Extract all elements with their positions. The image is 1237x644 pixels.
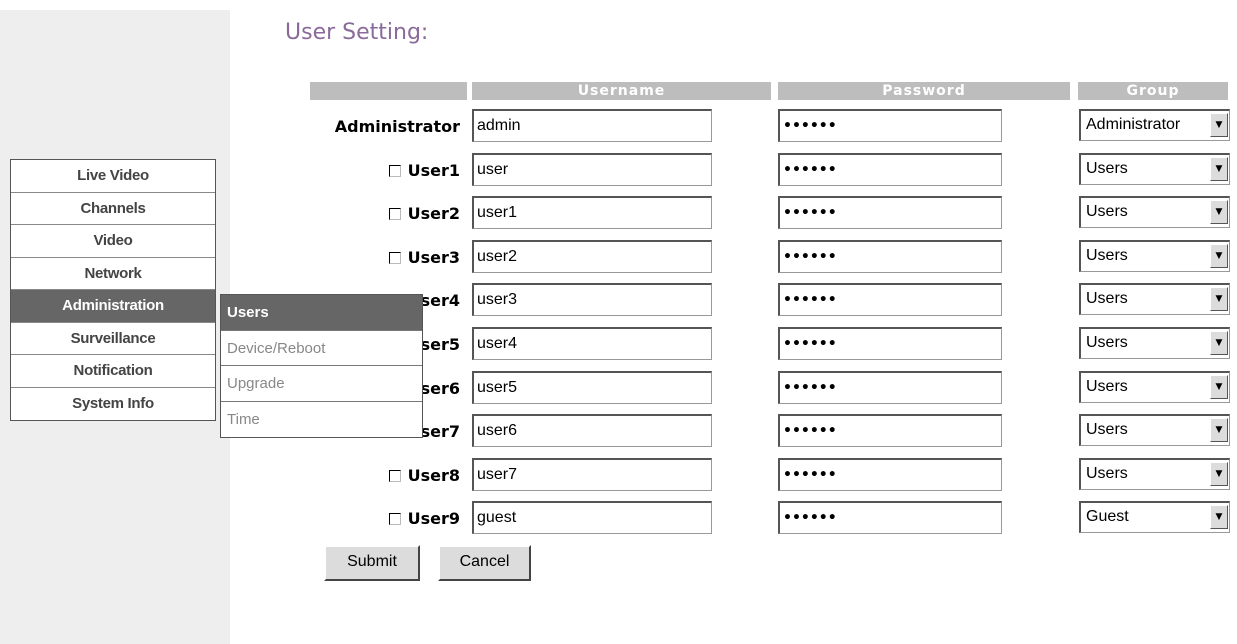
group-select[interactable]: Users ▼ <box>1079 327 1230 359</box>
user-label-text: User2 <box>407 204 460 223</box>
username-field[interactable] <box>472 153 712 186</box>
user-label-text: User8 <box>407 466 460 485</box>
group-select[interactable]: Guest ▼ <box>1079 501 1230 533</box>
page-title: User Setting: <box>285 20 429 45</box>
username-field[interactable] <box>472 371 712 404</box>
user-label-text: Administrator <box>334 117 460 136</box>
username-column-header: Username <box>577 83 666 99</box>
username-field[interactable] <box>472 458 712 491</box>
username-field[interactable] <box>472 196 712 229</box>
submenu-item-users[interactable]: Users <box>221 295 422 331</box>
submenu-item-upgrade[interactable]: Upgrade <box>221 366 422 402</box>
nav-item-system-info[interactable]: System Info <box>11 388 215 421</box>
group-select[interactable]: Users ▼ <box>1079 240 1230 272</box>
chevron-down-icon[interactable]: ▼ <box>1210 113 1228 137</box>
user-enable-checkbox[interactable] <box>388 208 401 220</box>
user-enable-checkbox[interactable] <box>388 470 401 482</box>
group-select-value: Administrator <box>1086 116 1181 133</box>
submenu-item-time[interactable]: Time <box>221 402 422 438</box>
user-row-label: User1 <box>388 154 460 188</box>
group-select-value: Users <box>1086 247 1128 264</box>
group-column-header: Group <box>1126 83 1180 99</box>
chevron-down-icon[interactable]: ▼ <box>1210 157 1228 181</box>
group-select-value: Guest <box>1086 508 1129 525</box>
group-select[interactable]: Users ▼ <box>1079 196 1230 228</box>
chevron-down-icon[interactable]: ▼ <box>1210 418 1228 442</box>
user-enable-checkbox[interactable] <box>388 252 401 264</box>
password-field[interactable] <box>778 283 1002 316</box>
nav-item-notification[interactable]: Notification <box>11 355 215 388</box>
group-select-value: Users <box>1086 465 1128 482</box>
cancel-button[interactable]: Cancel <box>438 545 531 581</box>
chevron-down-icon[interactable]: ▼ <box>1210 200 1228 224</box>
chevron-down-icon[interactable]: ▼ <box>1210 375 1228 399</box>
group-select-value: Users <box>1086 203 1128 220</box>
group-select-value: Users <box>1086 160 1128 177</box>
user-enable-checkbox[interactable] <box>388 513 401 525</box>
nav-item-network[interactable]: Network <box>11 258 215 290</box>
chevron-down-icon[interactable]: ▼ <box>1210 505 1228 529</box>
password-field[interactable] <box>778 458 1002 491</box>
chevron-down-icon[interactable]: ▼ <box>1210 244 1228 268</box>
user-enable-checkbox[interactable] <box>388 165 401 177</box>
password-field[interactable] <box>778 501 1002 534</box>
user-row-label: Administrator <box>335 110 460 144</box>
username-field[interactable] <box>472 414 712 447</box>
username-field[interactable] <box>472 283 712 316</box>
header-cell-label <box>310 82 467 100</box>
group-select[interactable]: Users ▼ <box>1079 458 1230 490</box>
user-row-label: User9 <box>388 502 460 536</box>
main-nav: Live Video Channels Video Network Admini… <box>10 159 216 421</box>
user-label-text: User3 <box>407 248 460 267</box>
username-field[interactable] <box>472 240 712 273</box>
group-select-value: Users <box>1086 378 1128 395</box>
user-row-label: User3 <box>388 241 460 275</box>
password-field[interactable] <box>778 240 1002 273</box>
submenu-item-device-reboot[interactable]: Device/Reboot <box>221 331 422 366</box>
nav-item-channels[interactable]: Channels <box>11 193 215 225</box>
administration-submenu: Users Device/Reboot Upgrade Time <box>220 294 423 438</box>
password-column-header: Password <box>882 83 966 99</box>
password-field[interactable] <box>778 196 1002 229</box>
password-field[interactable] <box>778 153 1002 186</box>
chevron-down-icon[interactable]: ▼ <box>1210 287 1228 311</box>
nav-item-video[interactable]: Video <box>11 225 215 258</box>
group-select[interactable]: Users ▼ <box>1079 414 1230 446</box>
username-field[interactable] <box>472 501 712 534</box>
group-select-value: Users <box>1086 334 1128 351</box>
username-field[interactable] <box>472 109 712 142</box>
group-select[interactable]: Users ▼ <box>1079 283 1230 315</box>
user-row-label: User2 <box>388 197 460 231</box>
user-row-label: User8 <box>388 459 460 493</box>
submit-button[interactable]: Submit <box>324 545 420 581</box>
chevron-down-icon[interactable]: ▼ <box>1210 462 1228 486</box>
group-select[interactable]: Users ▼ <box>1079 153 1230 185</box>
password-field[interactable] <box>778 414 1002 447</box>
user-label-text: User9 <box>407 509 460 528</box>
username-field[interactable] <box>472 327 712 360</box>
group-select-value: Users <box>1086 290 1128 307</box>
password-field[interactable] <box>778 109 1002 142</box>
password-field[interactable] <box>778 327 1002 360</box>
chevron-down-icon[interactable]: ▼ <box>1210 331 1228 355</box>
password-field[interactable] <box>778 371 1002 404</box>
group-select[interactable]: Users ▼ <box>1079 371 1230 403</box>
group-select-value: Users <box>1086 421 1128 438</box>
group-select[interactable]: Administrator ▼ <box>1079 109 1230 141</box>
user-label-text: User1 <box>407 161 460 180</box>
nav-item-surveillance[interactable]: Surveillance <box>11 323 215 355</box>
nav-item-live-video[interactable]: Live Video <box>11 160 215 193</box>
nav-item-administration[interactable]: Administration <box>11 290 215 323</box>
